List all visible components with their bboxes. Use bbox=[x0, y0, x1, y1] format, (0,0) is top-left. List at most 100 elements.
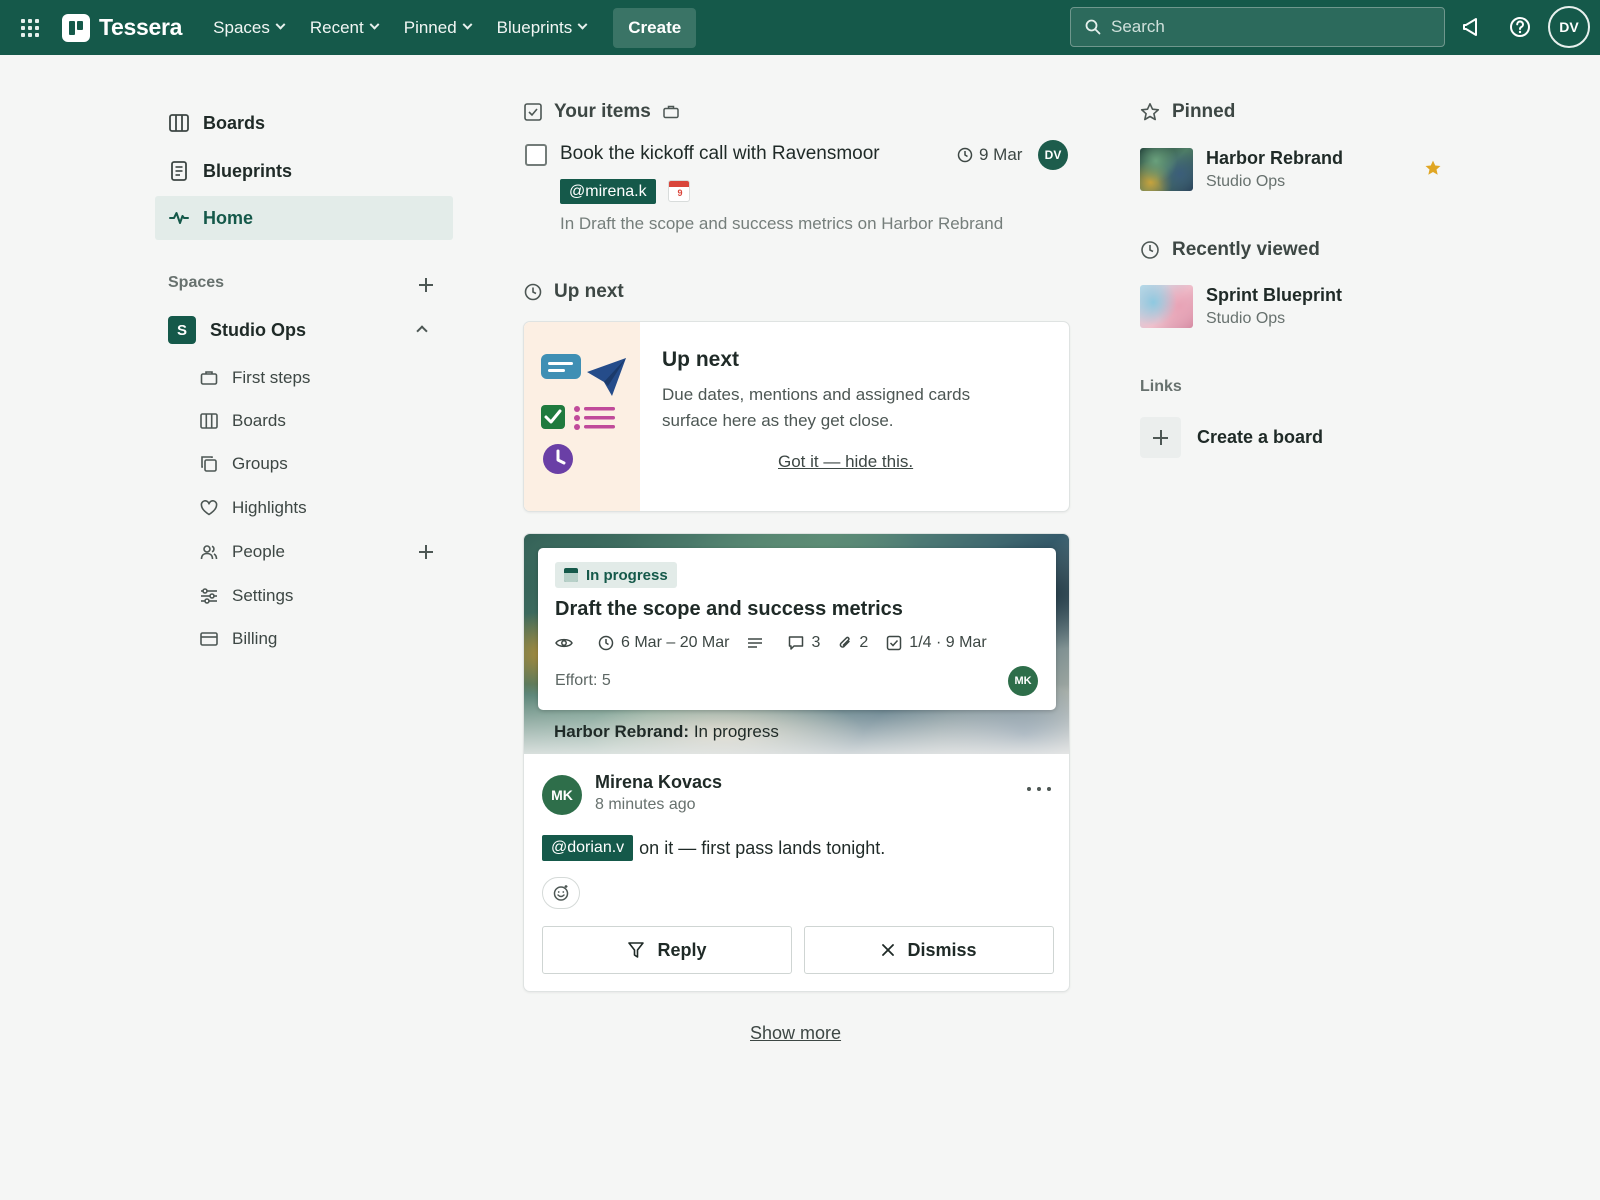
checklist-icon bbox=[887, 635, 902, 651]
nav-blueprints[interactable]: Blueprints bbox=[484, 8, 600, 48]
copy-icon bbox=[201, 456, 217, 472]
space-item-label: First steps bbox=[232, 368, 311, 387]
chevron-down-icon bbox=[577, 19, 588, 30]
app-name: Tessera bbox=[99, 14, 183, 40]
filter-icon bbox=[628, 942, 645, 958]
recent-title: Recently viewed bbox=[1172, 239, 1320, 260]
card-meta: 6 Mar – 20 Mar 3 2 1/4 · 9 Mar bbox=[555, 634, 1005, 652]
sidebar-link-boards[interactable]: Boards bbox=[155, 101, 453, 145]
reply-button[interactable]: Reply bbox=[542, 926, 792, 974]
app-switcher-icon[interactable] bbox=[16, 14, 44, 42]
assignee-avatar[interactable]: DV bbox=[1038, 140, 1068, 170]
comment-mention[interactable]: @dorian.v bbox=[542, 835, 634, 861]
blueprint-icon bbox=[171, 161, 187, 181]
linked-card[interactable]: In progress Draft the scope and success … bbox=[538, 548, 1056, 710]
clock-icon bbox=[524, 283, 542, 301]
board-thumbnail bbox=[1140, 285, 1193, 328]
space-badge: S bbox=[168, 316, 196, 344]
pinned-board-item[interactable]: Harbor Rebrand Studio Ops bbox=[1140, 145, 1450, 197]
card-icon bbox=[200, 632, 218, 646]
chevron-down-icon bbox=[275, 19, 286, 30]
paperclip-icon bbox=[840, 636, 851, 648]
dismiss-label: Dismiss bbox=[907, 939, 977, 960]
space-name: Studio Ops bbox=[210, 319, 306, 340]
briefcase-icon[interactable] bbox=[663, 105, 679, 119]
add-people-icon[interactable] bbox=[416, 542, 436, 562]
commenter-name[interactable]: Mirena Kovacs bbox=[595, 772, 722, 793]
chevron-down-icon bbox=[369, 19, 380, 30]
calendar-day: 9 bbox=[677, 188, 683, 198]
mention-chip: @mirena.k bbox=[560, 179, 656, 204]
due-date-text: 9 Mar bbox=[979, 145, 1023, 164]
space-item-boards[interactable]: Boards bbox=[200, 406, 450, 436]
more-options-icon[interactable] bbox=[1027, 784, 1051, 794]
comment-text: on it — first pass lands tonight. bbox=[639, 837, 886, 858]
space-item-groups[interactable]: Groups bbox=[200, 449, 450, 479]
task-item[interactable]: Book the kickoff call with Ravensmoor 9 … bbox=[525, 140, 1070, 174]
date-meta: 6 Mar – 20 Mar bbox=[598, 634, 729, 652]
space-item-label: Billing bbox=[232, 629, 278, 648]
task-mention[interactable]: @mirena.k bbox=[560, 179, 656, 204]
hide-up-next-link[interactable]: Got it — hide this. bbox=[778, 452, 913, 472]
user-avatar[interactable]: DV bbox=[1548, 6, 1590, 48]
create-button[interactable]: Create bbox=[613, 7, 697, 48]
attachments-meta: 2 bbox=[838, 634, 868, 652]
nav-pinned-label: Pinned bbox=[403, 17, 457, 37]
sidebar-link-label: Boards bbox=[203, 112, 266, 133]
activity-icon bbox=[169, 212, 189, 224]
recent-board-item[interactable]: Sprint Blueprint Studio Ops bbox=[1140, 282, 1450, 334]
star-filled-icon[interactable] bbox=[1424, 159, 1442, 177]
status-text: In progress bbox=[586, 566, 668, 584]
up-next-card: Up next Due dates, mentions and assigned… bbox=[523, 321, 1070, 512]
space-item-label: Highlights bbox=[232, 498, 307, 517]
nav-recent-label: Recent bbox=[309, 17, 364, 37]
chevron-up-icon[interactable] bbox=[416, 325, 428, 337]
space-item-label: People bbox=[232, 542, 285, 561]
activity-card: In progress Draft the scope and success … bbox=[523, 533, 1070, 992]
space-item-first-steps[interactable]: First steps bbox=[200, 363, 450, 393]
pinned-heading: Pinned bbox=[1140, 101, 1235, 123]
sidebar-link-blueprints[interactable]: Blueprints bbox=[155, 149, 453, 193]
space-item-settings[interactable]: Settings bbox=[200, 581, 450, 611]
create-board-button[interactable]: Create a board bbox=[1140, 417, 1323, 458]
announcements-icon[interactable] bbox=[1458, 14, 1484, 40]
nav-pinned[interactable]: Pinned bbox=[391, 8, 484, 48]
board-space: Studio Ops bbox=[1206, 310, 1286, 327]
help-icon[interactable] bbox=[1507, 14, 1533, 40]
nav-recent[interactable]: Recent bbox=[297, 8, 391, 48]
clock-icon bbox=[598, 635, 614, 651]
task-checkbox[interactable] bbox=[525, 144, 547, 166]
space-item-label: Groups bbox=[232, 454, 288, 473]
dismiss-button[interactable]: Dismiss bbox=[804, 926, 1054, 974]
add-reaction-button[interactable] bbox=[542, 877, 580, 909]
watch-meta bbox=[555, 637, 580, 649]
space-item-billing[interactable]: Billing bbox=[200, 624, 450, 654]
nav-spaces[interactable]: Spaces bbox=[200, 8, 297, 48]
checklist-progress: 1/4 · 9 Mar bbox=[909, 634, 987, 651]
up-next-card-title: Up next bbox=[662, 348, 740, 371]
eye-icon bbox=[555, 638, 573, 648]
your-items-title: Your items bbox=[554, 101, 651, 122]
task-title[interactable]: Book the kickoff call with Ravensmoor bbox=[560, 143, 880, 165]
space-item-highlights[interactable]: Highlights bbox=[200, 493, 450, 523]
heart-icon bbox=[200, 500, 218, 516]
app-logo[interactable]: Tessera bbox=[62, 13, 183, 42]
sidebar-link-home[interactable]: Home bbox=[155, 196, 453, 240]
member-avatar[interactable]: MK bbox=[1008, 666, 1038, 696]
task-context: In Draft the scope and success metrics o… bbox=[560, 214, 1004, 233]
board-list-caption[interactable]: Harbor Rebrand: In progress bbox=[554, 722, 779, 742]
top-nav: Tessera Spaces Recent Pinned Blueprints … bbox=[0, 0, 1600, 55]
space-item-people[interactable]: People bbox=[200, 537, 450, 567]
show-more-link[interactable]: Show more bbox=[750, 1023, 841, 1044]
close-icon bbox=[882, 944, 895, 956]
space-studio-ops[interactable]: S Studio Ops bbox=[168, 315, 448, 345]
add-space-icon[interactable] bbox=[416, 275, 436, 295]
up-next-illustration bbox=[524, 322, 640, 511]
space-item-label: Settings bbox=[232, 586, 294, 605]
comment-count: 3 bbox=[811, 634, 821, 651]
comment-time: 8 minutes ago bbox=[595, 796, 696, 813]
briefcase-icon bbox=[200, 371, 218, 385]
commenter-avatar[interactable]: MK bbox=[542, 775, 582, 815]
people-icon bbox=[200, 545, 218, 560]
search-input[interactable]: Search bbox=[1070, 7, 1445, 47]
